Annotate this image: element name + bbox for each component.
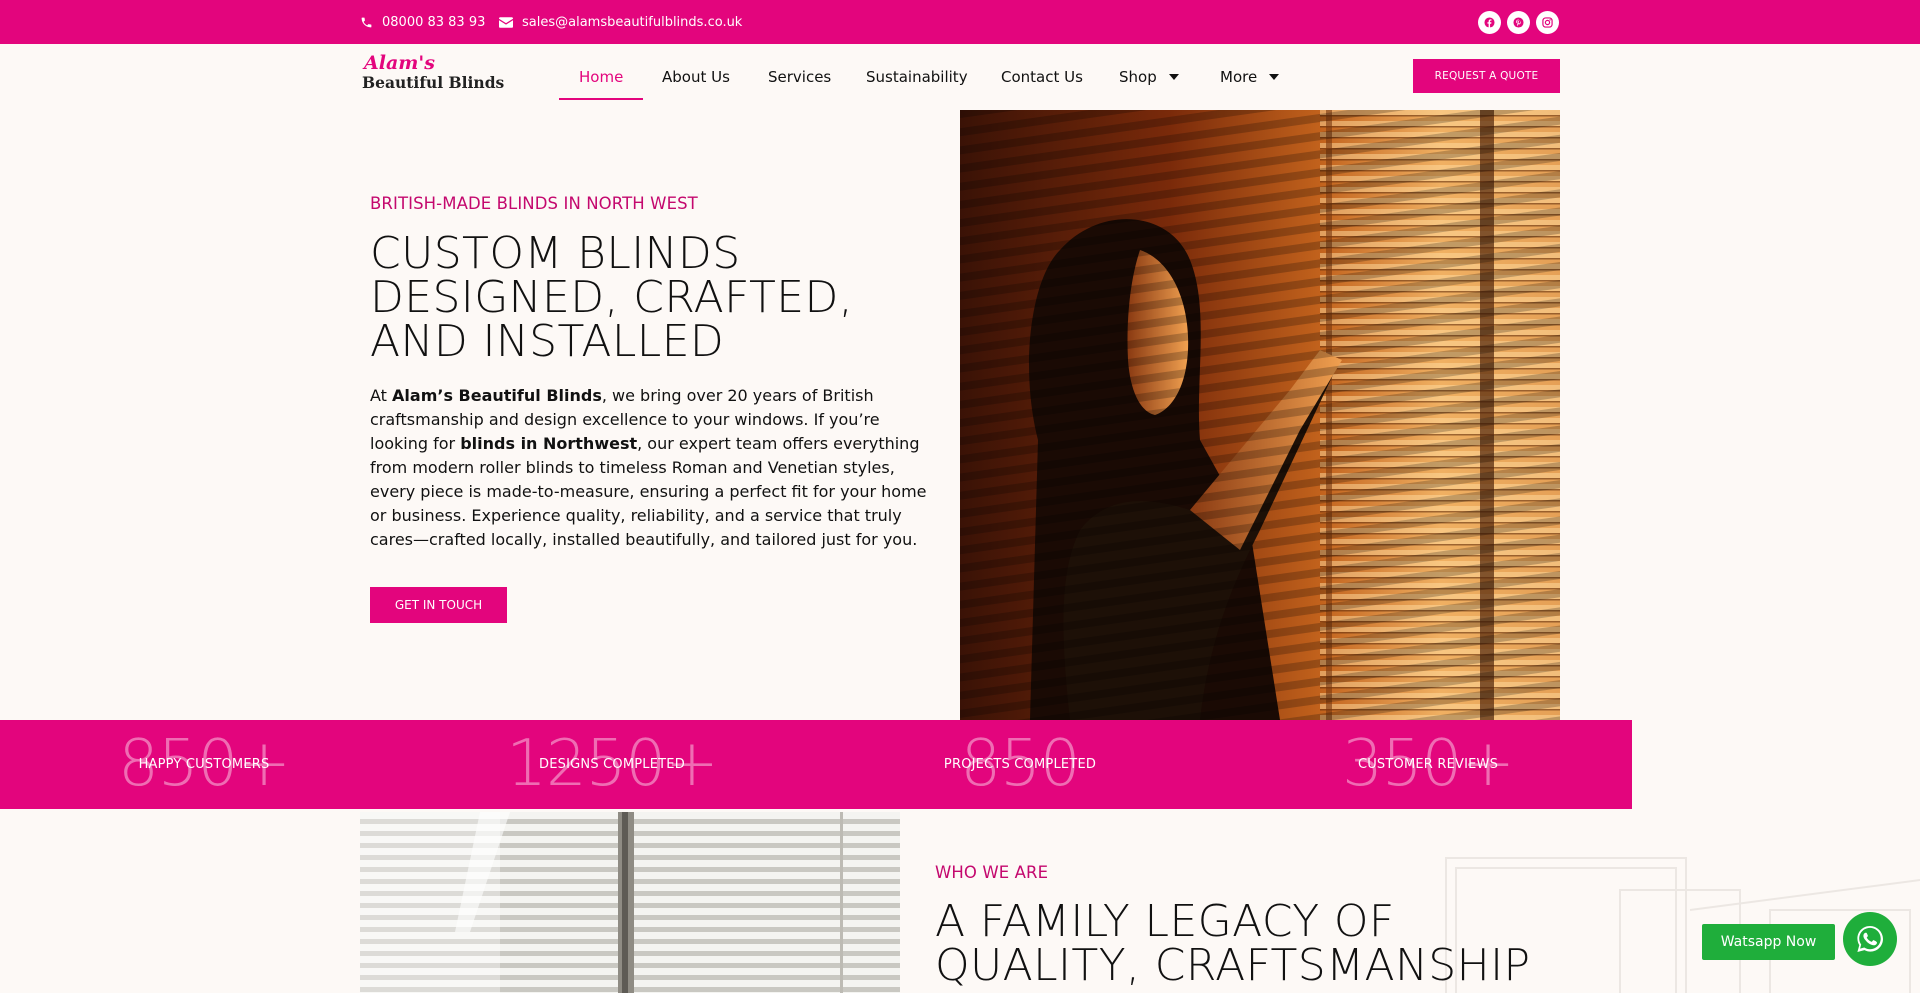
hero-body: At Alam’s Beautiful Blinds, we bring ove…: [370, 384, 930, 552]
nav-more[interactable]: More: [1220, 66, 1280, 88]
chevron-down-icon: [1168, 74, 1179, 80]
nav-services[interactable]: Services: [768, 66, 831, 88]
stats-band: 850+ HAPPY CUSTOMERS 1250+ DESIGNS COMPL…: [0, 720, 1632, 809]
instagram-link[interactable]: [1536, 11, 1559, 34]
whatsapp-float-button[interactable]: [1843, 912, 1897, 966]
hero-title-line: CUSTOM BLINDS: [370, 228, 741, 279]
logo-line-1: Alam's: [364, 52, 435, 74]
nav-home-label: Home: [579, 68, 624, 86]
nav-home[interactable]: Home: [579, 66, 623, 88]
stat-item: 850+ HAPPY CUSTOMERS: [0, 720, 408, 809]
facebook-icon: [1484, 17, 1495, 28]
nav-shop-label: Shop: [1119, 68, 1157, 86]
logo[interactable]: Alam's Beautiful Blinds: [362, 54, 504, 91]
hero-title-line: DESIGNED, CRAFTED,: [370, 272, 854, 323]
get-in-touch-button[interactable]: GET IN TOUCH: [370, 587, 507, 623]
about-title-line: QUALITY, CRAFTSMANSHIP: [935, 940, 1531, 991]
about-title: A FAMILY LEGACY OF QUALITY, CRAFTSMANSHI…: [935, 900, 1530, 988]
logo-line-2: Beautiful Blinds: [362, 73, 505, 92]
hero-eyebrow: BRITISH-MADE BLINDS IN NORTH WEST: [370, 194, 698, 213]
request-quote-button[interactable]: REQUEST A QUOTE: [1413, 59, 1560, 93]
phone-link[interactable]: 08000 83 83 93: [360, 0, 485, 44]
nav-more-label: More: [1220, 68, 1258, 86]
nav-about-us-label: About Us: [662, 68, 730, 86]
nav-about-us[interactable]: About Us: [662, 66, 730, 88]
about-eyebrow: WHO WE ARE: [935, 863, 1049, 882]
email-link[interactable]: sales@alamsbeautifulblinds.co.uk: [499, 0, 742, 44]
hero-title: CUSTOM BLINDS DESIGNED, CRAFTED, AND INS…: [370, 232, 890, 364]
pinterest-link[interactable]: [1507, 11, 1530, 34]
stat-item: 1250+ DESIGNS COMPLETED: [408, 720, 816, 809]
whatsapp-icon: [1857, 926, 1883, 952]
stat-label: CUSTOMER REVIEWS: [1357, 757, 1499, 772]
whatsapp-now-button[interactable]: Watsapp Now: [1702, 924, 1835, 960]
hero-photo-woman-at-blinds: [960, 110, 1560, 720]
nav-sustainability-label: Sustainability: [866, 68, 968, 86]
nav-contact-us[interactable]: Contact Us: [1001, 66, 1083, 88]
stat-label: PROJECTS COMPLETED: [943, 757, 1097, 772]
envelope-icon: [499, 16, 513, 28]
top-bar: 08000 83 83 93 sales@alamsbeautifulblind…: [0, 0, 1920, 44]
about-photo-venetian-blinds: [360, 812, 900, 993]
facebook-link[interactable]: [1478, 11, 1501, 34]
phone-icon: [361, 17, 372, 27]
instagram-icon: [1542, 17, 1553, 28]
stat-label: DESIGNS COMPLETED: [539, 757, 685, 772]
pinterest-icon: [1513, 17, 1524, 28]
phone-number: 08000 83 83 93: [382, 14, 486, 30]
nav-shop[interactable]: Shop: [1119, 66, 1179, 88]
nav-active-underline: [559, 98, 643, 100]
chevron-down-icon: [1269, 74, 1280, 80]
about-title-line: A FAMILY LEGACY OF: [935, 896, 1395, 947]
nav-services-label: Services: [768, 68, 832, 86]
hero-body-bold: Alam’s Beautiful Blinds: [392, 386, 602, 405]
email-address: sales@alamsbeautifulblinds.co.uk: [522, 14, 743, 30]
stat-label: HAPPY CUSTOMERS: [138, 757, 270, 772]
stat-item: 350+ CUSTOMER REVIEWS: [1224, 720, 1632, 809]
hero-body-text: At: [370, 386, 393, 405]
hero-title-line: AND INSTALLED: [370, 316, 725, 367]
stat-item: 850 PROJECTS COMPLETED: [816, 720, 1224, 809]
nav-sustainability[interactable]: Sustainability: [866, 66, 968, 88]
nav-contact-us-label: Contact Us: [1001, 68, 1083, 86]
hero-body-bold: blinds in Northwest: [460, 434, 638, 453]
